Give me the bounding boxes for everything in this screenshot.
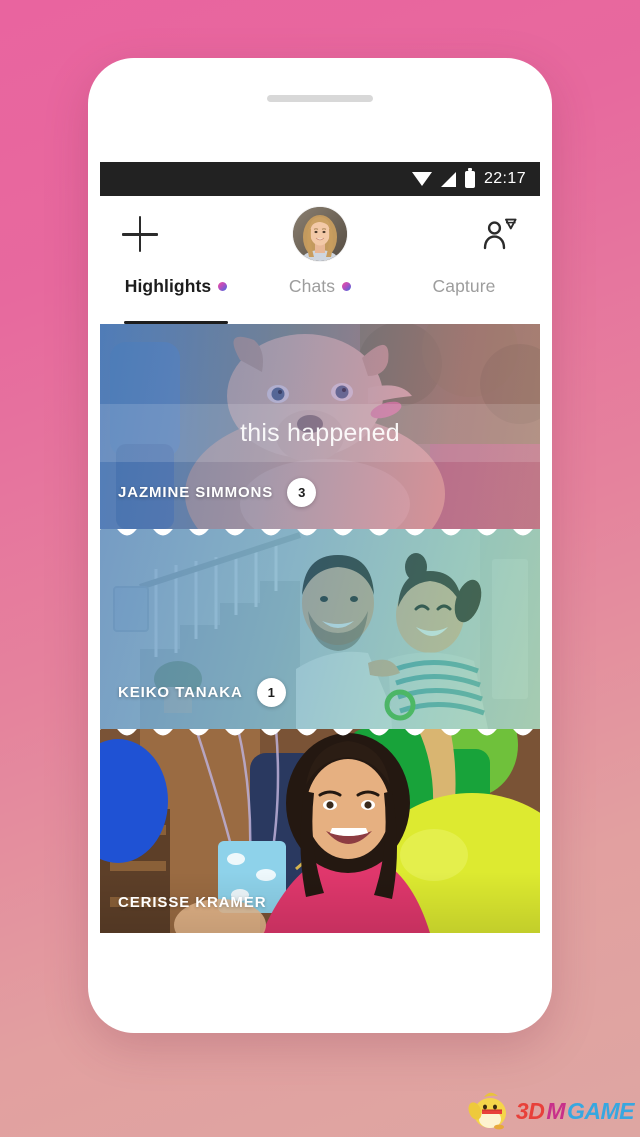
tab-highlights-badge-dot	[218, 282, 228, 291]
add-friend-button[interactable]	[482, 217, 518, 251]
watermark-m: M	[546, 1097, 565, 1124]
card-footer: CERISSE KRAMER	[118, 894, 266, 911]
tab-chats[interactable]: Chats	[248, 272, 392, 324]
highlights-feed: this happened JAZMINE SIMMONS 3 KEIKO TA…	[100, 324, 540, 933]
tab-capture[interactable]: Capture	[392, 272, 536, 324]
wifi-icon	[411, 172, 432, 186]
avatar-photo	[293, 207, 347, 261]
card-unread-badge: 1	[256, 678, 286, 707]
watermark: 3D M GAME	[468, 1091, 635, 1131]
tab-capture-label: Capture	[432, 276, 496, 296]
add-button[interactable]	[122, 216, 158, 252]
phone-screen: 22:17 Highlights Chats Capture this happ…	[100, 162, 540, 994]
tab-chats-label: Chats	[288, 276, 336, 296]
status-bar-clock: 22:17	[483, 170, 526, 187]
speaker-grille	[267, 95, 373, 102]
phone-device: 22:17 Highlights Chats Capture this happ…	[88, 58, 552, 1033]
watermark-3d: 3D	[515, 1097, 545, 1124]
avatar[interactable]	[293, 207, 347, 261]
watermark-game: GAME	[567, 1097, 635, 1124]
card-banner: this happened	[100, 404, 540, 462]
card-sender-name: CERISSE KRAMER	[118, 894, 267, 911]
tab-highlights[interactable]: Highlights	[104, 272, 248, 324]
card-banner-text: this happened	[240, 418, 400, 447]
add-friend-icon	[483, 218, 517, 250]
tab-chats-badge-dot	[342, 282, 352, 291]
highlight-card[interactable]: this happened JAZMINE SIMMONS 3	[100, 324, 540, 529]
card-footer: JAZMINE SIMMONS 3	[118, 478, 317, 507]
card-unread-badge: 3	[287, 478, 317, 507]
highlight-card[interactable]: CERISSE KRAMER	[100, 729, 540, 933]
tab-bar: Highlights Chats Capture	[100, 272, 540, 324]
app-header	[100, 196, 540, 272]
tab-highlights-label: Highlights	[124, 276, 212, 296]
card-sender-name: KEIKO TANAKA	[118, 684, 243, 701]
chick-mascot-icon	[468, 1092, 506, 1130]
highlight-card[interactable]: KEIKO TANAKA 1	[100, 529, 540, 729]
android-status-bar: 22:17	[100, 162, 540, 196]
card-footer: KEIKO TANAKA 1	[118, 678, 286, 707]
cellular-signal-icon	[440, 171, 456, 187]
battery-icon	[464, 167, 475, 188]
card-sender-name: JAZMINE SIMMONS	[118, 484, 274, 501]
